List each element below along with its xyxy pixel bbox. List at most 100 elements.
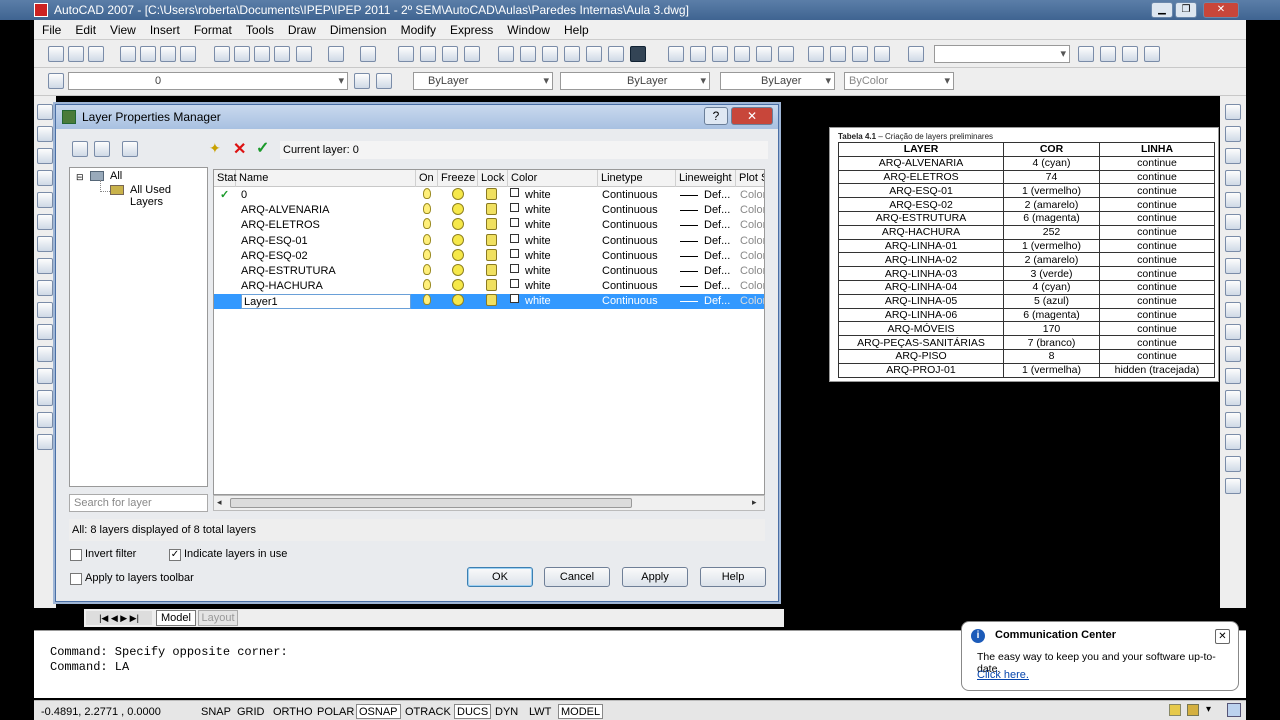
revcloud-icon[interactable]	[37, 258, 53, 274]
layer-lineweight[interactable]: Def...	[704, 249, 734, 264]
color-swatch[interactable]	[510, 248, 519, 258]
column-linetype[interactable]: Linetype	[598, 170, 676, 187]
layer-lineweight[interactable]: Def...	[704, 203, 734, 218]
menu-tools[interactable]: Tools	[239, 20, 281, 40]
status-toggle-grid[interactable]: GRID	[234, 704, 268, 719]
line-icon[interactable]	[37, 104, 53, 120]
menu-edit[interactable]: Edit	[68, 20, 103, 40]
publish-icon[interactable]	[160, 46, 176, 62]
layer-row[interactable]: Layer1 white Continuous Def... Color_	[214, 294, 764, 310]
layer-color[interactable]: white	[525, 188, 595, 203]
layer-name[interactable]: Layer1	[241, 294, 411, 310]
polyline-icon[interactable]	[37, 148, 53, 164]
color-swatch[interactable]	[510, 264, 519, 273]
break-icon[interactable]	[1225, 346, 1241, 362]
status-toggle-lwt[interactable]: LWT	[526, 704, 554, 719]
point-icon[interactable]	[37, 368, 53, 384]
layer-name[interactable]: ARQ-ESQ-02	[241, 249, 411, 264]
dim-aligned-icon[interactable]	[690, 46, 706, 62]
layer-freeze-icon[interactable]	[452, 264, 464, 276]
color-swatch[interactable]	[510, 233, 519, 243]
layer-freeze-icon[interactable]	[452, 294, 464, 307]
layer-linetype[interactable]: Continuous	[602, 234, 674, 249]
stretch-icon[interactable]	[1225, 280, 1241, 296]
qleader-icon[interactable]	[852, 46, 868, 62]
properties-icon[interactable]	[498, 46, 514, 62]
tolerance-icon[interactable]	[874, 46, 890, 62]
menu-window[interactable]: Window	[500, 20, 557, 40]
layer-linetype[interactable]: Continuous	[602, 218, 674, 233]
explode-icon[interactable]	[1225, 434, 1241, 450]
layer-linetype[interactable]: Continuous	[602, 249, 674, 264]
layer-row[interactable]: ✓ 0 white Continuous Def... Color_	[214, 188, 764, 203]
layer-lineweight[interactable]: Def...	[704, 279, 734, 294]
tab-layout[interactable]: Layout	[198, 610, 238, 626]
paste-icon[interactable]	[254, 46, 270, 62]
layer-list-hscrollbar[interactable]: ◂ ▸	[213, 495, 765, 511]
clean-screen-icon[interactable]	[1227, 703, 1241, 717]
coordinates-readout[interactable]: -0.4891, 2.2771 , 0.0000	[38, 704, 188, 719]
column-lock[interactable]: Lock	[478, 170, 508, 187]
construction-line-icon[interactable]	[37, 126, 53, 142]
layer-freeze-icon[interactable]	[452, 188, 464, 200]
layer-lineweight[interactable]: Def...	[704, 294, 734, 309]
layer-on-icon[interactable]	[423, 264, 431, 275]
color-combo[interactable]: ByLayer	[413, 72, 553, 90]
scroll-thumb[interactable]	[230, 498, 632, 508]
copy-icon[interactable]	[234, 46, 250, 62]
layer-linetype[interactable]: Continuous	[602, 203, 674, 218]
menu-file[interactable]: File	[34, 20, 68, 40]
set-current-icon[interactable]: ✓	[256, 138, 269, 158]
dialog-close-button[interactable]: ✕	[731, 107, 773, 125]
layer-row[interactable]: ARQ-ELETROS white Continuous Def... Color_	[214, 218, 764, 233]
layer-previous-icon[interactable]	[376, 73, 392, 89]
insert-block-icon[interactable]	[37, 324, 53, 340]
layer-lock-icon[interactable]	[486, 188, 497, 200]
undo-icon[interactable]	[328, 46, 344, 62]
column-on[interactable]: On	[416, 170, 438, 187]
dim-radius-icon[interactable]	[756, 46, 772, 62]
block-editor-icon[interactable]	[296, 46, 312, 62]
menu-view[interactable]: View	[103, 20, 143, 40]
layer-lock-icon[interactable]	[486, 248, 497, 261]
layer-on-icon[interactable]	[423, 248, 431, 260]
layer-lock-icon[interactable]	[486, 233, 497, 246]
3d-dwf-icon[interactable]	[180, 46, 196, 62]
layer-on-icon[interactable]	[423, 279, 431, 291]
layer-name[interactable]: ARQ-ELETROS	[241, 218, 411, 233]
layer-row[interactable]: ARQ-ESTRUTURA white Continuous Def... Color_	[214, 264, 764, 279]
status-toggle-dyn[interactable]: DYN	[492, 704, 521, 719]
layer-color[interactable]: white	[525, 294, 595, 309]
new-layer-icon[interactable]: ✦	[209, 141, 225, 157]
column-lineweight[interactable]: Lineweight	[676, 170, 736, 187]
menu-insert[interactable]: Insert	[143, 20, 187, 40]
ellipse-icon[interactable]	[37, 302, 53, 318]
scroll-right-icon[interactable]: ▸	[752, 497, 757, 508]
layer-linetype[interactable]: Continuous	[602, 188, 674, 203]
layer-on-icon[interactable]	[423, 233, 431, 245]
layer-manager-icon[interactable]	[48, 73, 64, 89]
status-toggle-snap[interactable]: SNAP	[198, 704, 234, 719]
balloon-close-button[interactable]: ✕	[1215, 629, 1230, 644]
status-menu-chevron-icon[interactable]: ▾	[1206, 704, 1211, 715]
layer-name[interactable]: ARQ-ESTRUTURA	[241, 264, 411, 279]
tree-node-all[interactable]: All	[110, 170, 122, 182]
table-style-icon[interactable]	[1122, 46, 1138, 62]
layer-lock-icon[interactable]	[486, 203, 497, 216]
layer-color[interactable]: white	[525, 218, 595, 233]
layer-color[interactable]: white	[525, 249, 595, 264]
erase-icon[interactable]	[1225, 104, 1241, 120]
scroll-left-icon[interactable]: ◂	[217, 497, 222, 508]
linetype-combo[interactable]: ByLayer	[560, 72, 710, 90]
chamfer-icon[interactable]	[1225, 390, 1241, 406]
quickcalc-icon[interactable]	[608, 46, 624, 62]
layer-name[interactable]: ARQ-ALVENARIA	[241, 203, 411, 218]
make-current-icon[interactable]	[354, 73, 370, 89]
open-icon[interactable]	[68, 46, 84, 62]
layer-freeze-icon[interactable]	[452, 203, 464, 216]
layer-color[interactable]: white	[525, 264, 595, 279]
match-properties-icon[interactable]	[274, 46, 290, 62]
layer-lock-icon[interactable]	[486, 264, 497, 276]
circle-icon[interactable]	[37, 236, 53, 252]
minimize-button[interactable]: ▁	[1151, 2, 1173, 18]
